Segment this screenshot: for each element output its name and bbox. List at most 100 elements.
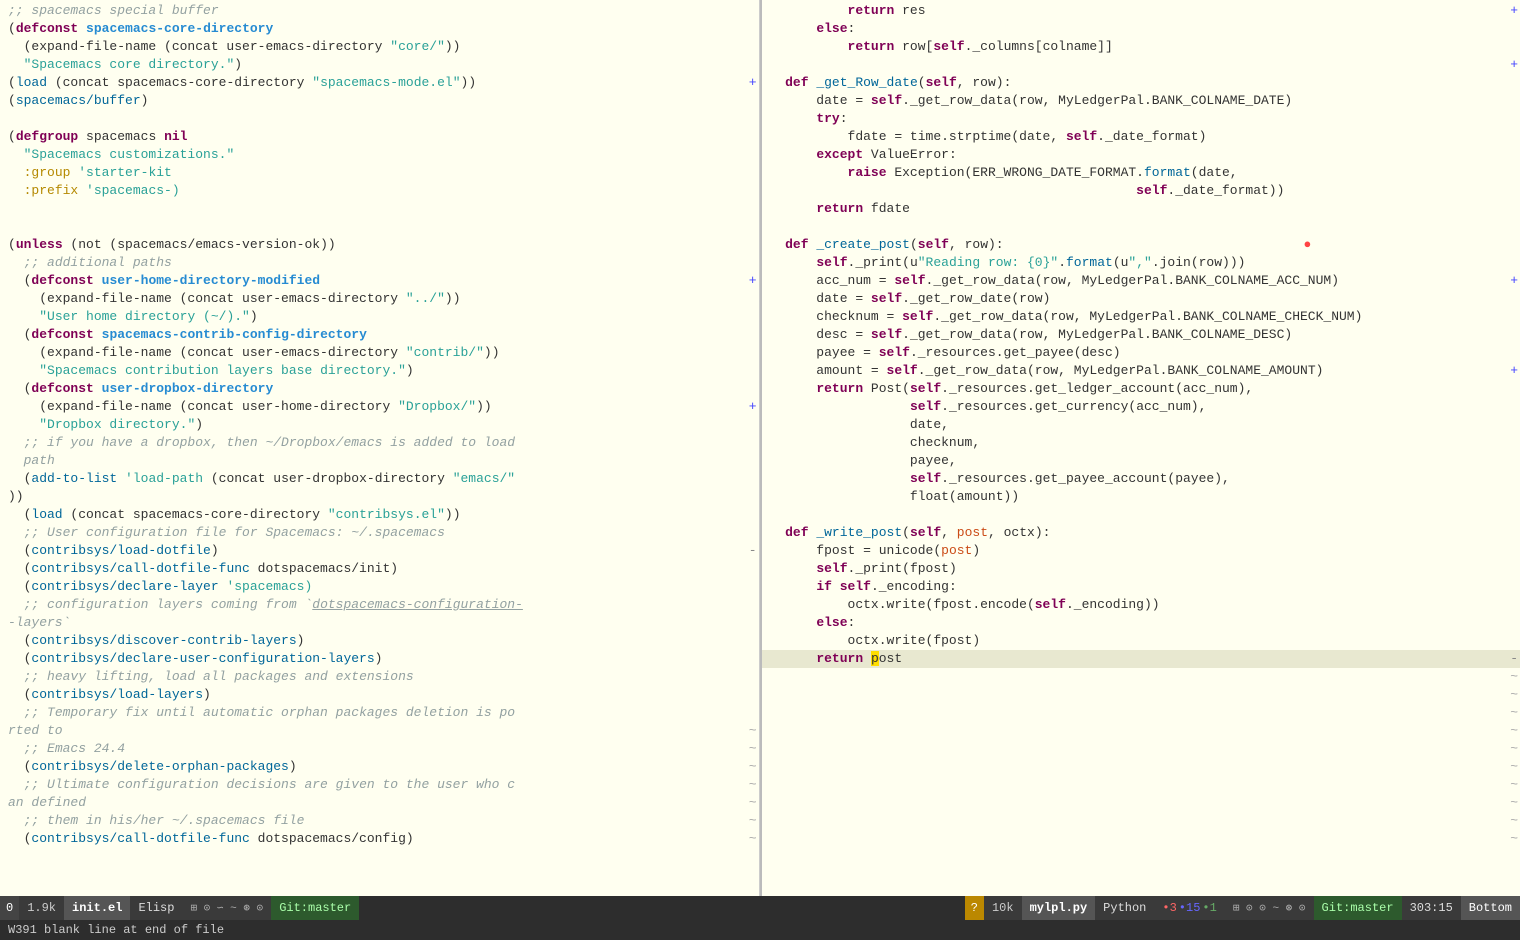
cursor-line: return post-	[762, 650, 1520, 668]
status-left-lang: Elisp	[130, 896, 182, 920]
line: ~	[762, 830, 1520, 848]
line: ~	[762, 668, 1520, 686]
status-indicator-icon: 0	[6, 901, 13, 915]
line: (add-to-list 'load-path (concat user-dro…	[0, 470, 759, 488]
line: desc = self._get_row_data(row, MyLedgerP…	[762, 326, 1520, 344]
line: def _get_Row_date(self, row):	[762, 74, 1520, 92]
line: else:	[762, 20, 1520, 38]
line: date = self._get_row_data(row, MyLedgerP…	[762, 92, 1520, 110]
line: (contribsys/call-dotfile-func dotspacema…	[0, 560, 759, 578]
line: (defconst user-home-directory-modified+	[0, 272, 759, 290]
git-left: Git:master	[279, 901, 351, 915]
line: (load (concat spacemacs-core-directory "…	[0, 74, 759, 92]
status-right-pos: 303:15	[1402, 896, 1461, 920]
statusbar: 0 1.9k init.el Elisp ⊞ ⊙ ∽ ~ ⊛ ⊙ Git:mas…	[0, 896, 1520, 920]
status-right-size: 10k	[984, 896, 1022, 920]
line: checknum = self._get_row_data(row, MyLed…	[762, 308, 1520, 326]
line: else:	[762, 614, 1520, 632]
line: ;; Temporary fix until automatic orphan …	[0, 704, 759, 722]
line: return row[self._columns[colname]]	[762, 38, 1520, 56]
line: ;; spacemacs special buffer	[0, 2, 759, 20]
line: (contribsys/load-layers)	[0, 686, 759, 704]
line: (expand-file-name (concat user-emacs-dir…	[0, 290, 759, 308]
line: fdate = time.strptime(date, self._date_f…	[762, 128, 1520, 146]
line: return Post(self._resources.get_ledger_a…	[762, 380, 1520, 398]
line: octx.write(fpost.encode(self._encoding))	[762, 596, 1520, 614]
line: try:	[762, 110, 1520, 128]
line: (defgroup spacemacs nil	[0, 128, 759, 146]
left-pane-content: ;; spacemacs special buffer (defconst sp…	[0, 0, 759, 896]
minibuffer-text: W391 blank line at end of file	[8, 923, 224, 937]
line: ~	[762, 812, 1520, 830]
right-pane-content: return res+ else: return row[self._colum…	[762, 0, 1520, 896]
line: float(amount))	[762, 488, 1520, 506]
line: ;; heavy lifting, load all packages and …	[0, 668, 759, 686]
line: return fdate	[762, 200, 1520, 218]
line: ;; Emacs 24.4~	[0, 740, 759, 758]
line: ~	[762, 704, 1520, 722]
line: self._print(u"Reading row: {0}".format(u…	[762, 254, 1520, 272]
pos-label: Bottom	[1469, 901, 1512, 915]
status-right-icons: ⊞ ⊙ ⊙ ~ ⊛ ⊙	[1225, 896, 1314, 920]
line: (defconst spacemacs-core-directory	[0, 20, 759, 38]
line: ))	[0, 488, 759, 506]
right-pane: return res+ else: return row[self._colum…	[762, 0, 1520, 896]
line: if self._encoding:	[762, 578, 1520, 596]
line: (contribsys/declare-user-configuration-l…	[0, 650, 759, 668]
line: ~	[762, 740, 1520, 758]
line: ;; User configuration file for Spacemacs…	[0, 524, 759, 542]
mod-count3: •1	[1202, 901, 1216, 915]
left-pane: ;; spacemacs special buffer (defconst sp…	[0, 0, 760, 896]
status-right-filename: mylpl.py	[1022, 896, 1096, 920]
mod-count2: •15	[1179, 901, 1201, 915]
filename-right: mylpl.py	[1030, 901, 1088, 915]
line: self._date_format))	[762, 182, 1520, 200]
line: (contribsys/load-dotfile)-	[0, 542, 759, 560]
line: (contribsys/delete-orphan-packages)~	[0, 758, 759, 776]
line: self._resources.get_payee_account(payee)…	[762, 470, 1520, 488]
line: raise Exception(ERR_WRONG_DATE_FORMAT.fo…	[762, 164, 1520, 182]
line: payee = self._resources.get_payee(desc)	[762, 344, 1520, 362]
line: an defined~	[0, 794, 759, 812]
status-right-pos-label: Bottom	[1461, 896, 1520, 920]
line: def _write_post(self, post, octx):	[762, 524, 1520, 542]
file-size-right: 10k	[992, 901, 1014, 915]
cursor-pos: 303:15	[1410, 901, 1453, 915]
line: :group 'starter-kit	[0, 164, 759, 182]
panes: ;; spacemacs special buffer (defconst sp…	[0, 0, 1520, 896]
line: rted to~	[0, 722, 759, 740]
status-left-git: Git:master	[271, 896, 359, 920]
line: (expand-file-name (concat user-home-dire…	[0, 398, 759, 416]
line: (contribsys/declare-layer 'spacemacs)	[0, 578, 759, 596]
line	[762, 218, 1520, 236]
status-indicator-right: ?	[971, 901, 978, 915]
mod-count1: •3	[1162, 901, 1176, 915]
status-left-filename: init.el	[64, 896, 130, 920]
line: octx.write(fpost)	[762, 632, 1520, 650]
line: (contribsys/discover-contrib-layers)	[0, 632, 759, 650]
status-left-size: 1.9k	[19, 896, 64, 920]
line	[0, 200, 759, 218]
line: (spacemacs/buffer)	[0, 92, 759, 110]
line: -layers`	[0, 614, 759, 632]
line: amount = self._get_row_data(row, MyLedge…	[762, 362, 1520, 380]
line: acc_num = self._get_row_data(row, MyLedg…	[762, 272, 1520, 290]
line: ;; additional paths	[0, 254, 759, 272]
line: +	[762, 56, 1520, 74]
line: ;; Ultimate configuration decisions are …	[0, 776, 759, 794]
line: "User home directory (~/).")	[0, 308, 759, 326]
line	[762, 506, 1520, 524]
lang-right: Python	[1103, 901, 1146, 915]
line: (defconst user-dropbox-directory	[0, 380, 759, 398]
line: payee,	[762, 452, 1520, 470]
line: ~	[762, 686, 1520, 704]
line: :prefix 'spacemacs-)	[0, 182, 759, 200]
line: path	[0, 452, 759, 470]
status-right-lang: Python	[1095, 896, 1154, 920]
line: except ValueError:	[762, 146, 1520, 164]
status-right-git: Git:master	[1314, 896, 1402, 920]
line: (unless (not (spacemacs/emacs-version-ok…	[0, 236, 759, 254]
filename-left: init.el	[72, 901, 122, 915]
status-right-indicator: ?	[965, 896, 984, 920]
line: (expand-file-name (concat user-emacs-dir…	[0, 38, 759, 56]
